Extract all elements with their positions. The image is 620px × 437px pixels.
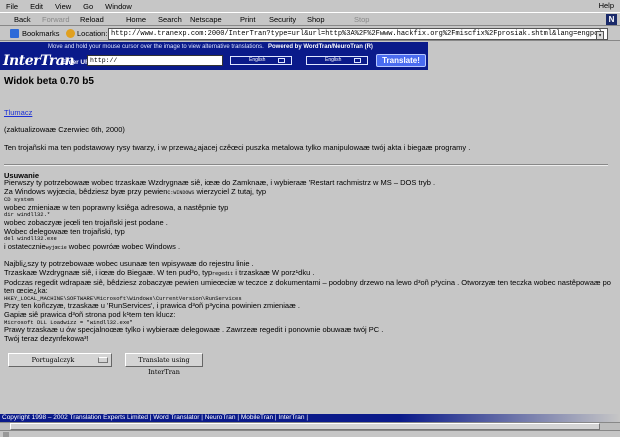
language-select[interactable]: Portugalczyk: [8, 353, 112, 367]
home-button[interactable]: Home: [126, 15, 146, 24]
netscape-button[interactable]: Netscape: [190, 15, 222, 24]
select-arrow-icon: [98, 357, 108, 363]
menu-bar: File Edit View Go Window Help: [0, 0, 620, 12]
security-lock-icon: [3, 432, 9, 437]
location-label: Location:: [77, 29, 108, 38]
forward-button[interactable]: Forward: [42, 15, 70, 24]
removal-instructions: Pierwszy ty potrzebowaæ wobec trzaskaæ W…: [4, 178, 616, 343]
select-arrow-icon: [354, 58, 361, 63]
location-icon: [66, 29, 75, 38]
netscape-logo-icon: N: [606, 14, 617, 25]
target-language-select[interactable]: English: [306, 56, 368, 65]
bookmarks-icon[interactable]: [10, 29, 19, 38]
horizontal-scrollbar[interactable]: [0, 422, 620, 430]
translate-button[interactable]: Translate!: [376, 54, 426, 67]
source-language-select[interactable]: English: [230, 56, 292, 65]
url-field[interactable]: http://www.tranexp.com:2000/InterTran?ty…: [108, 28, 608, 40]
select-arrow-icon: [278, 58, 285, 63]
intertran-banner: Move and hold your mouse cursor over the…: [0, 42, 428, 70]
updated-date: (zaktualizowaæ Czerwiec 6th, 2000): [4, 125, 125, 134]
banner-url-input[interactable]: http://: [87, 55, 223, 66]
instruction-line: Podczas regedit wdrapaæ siê, bêdziesz zo…: [4, 277, 611, 296]
security-button[interactable]: Security: [269, 15, 296, 24]
instruction-line: wobec zmieniaæ w ten poprawny ksiêga adr…: [4, 202, 229, 212]
back-button[interactable]: Back: [14, 15, 31, 24]
scrollbar-thumb[interactable]: [10, 423, 600, 430]
translate-link[interactable]: Tlumacz: [4, 108, 32, 117]
banner-tip: Move and hold your mouse cursor over the…: [48, 44, 264, 50]
print-button[interactable]: Print: [240, 15, 255, 24]
stop-button[interactable]: Stop: [354, 15, 369, 24]
language-select-value: Portugalczyk: [31, 356, 75, 364]
location-toolbar: Bookmarks Location: http://www.tranexp.c…: [0, 27, 620, 41]
instruction-line: Wobec delegowaæ ten trojañski, typ: [4, 226, 125, 236]
menu-window[interactable]: Window: [99, 2, 138, 11]
page-title: Widok beta 0.70 b5: [4, 76, 94, 87]
menu-go[interactable]: Go: [77, 2, 99, 11]
menu-edit[interactable]: Edit: [24, 2, 49, 11]
url-dropdown-icon[interactable]: ▾: [596, 31, 604, 39]
instruction-line: Za Windows wyjœcia, bêdziesz byæ przy pe…: [4, 186, 267, 196]
banner-powered-by[interactable]: Powered by WordTran/NeuroTran (R): [268, 44, 373, 50]
divider: [4, 164, 608, 166]
status-bar: [0, 430, 620, 437]
instruction-line: Prawy trzaskaæ u ów specjalnoœæ tylko i …: [4, 325, 384, 335]
search-button[interactable]: Search: [158, 15, 182, 24]
menu-help[interactable]: Help: [599, 1, 614, 10]
reload-button[interactable]: Reload: [80, 15, 104, 24]
copyright-footer[interactable]: Copyright 1998 – 2002 Translation Expert…: [0, 414, 400, 422]
menu-file[interactable]: File: [0, 2, 24, 11]
url-text: http://www.tranexp.com:2000/InterTran?ty…: [111, 30, 603, 38]
navigation-toolbar: Back Forward Reload Home Search Netscape…: [0, 12, 620, 26]
bookmarks-button[interactable]: Bookmarks: [22, 29, 60, 38]
translate-using-intertran-button[interactable]: Translate using InterTran: [125, 353, 203, 376]
instruction-line: i ostateczniewyjœcie wobec powróæ wobec …: [4, 241, 181, 251]
instruction-line: Twój teraz dezynfekowa³!: [4, 333, 89, 343]
footer-fade: [400, 414, 620, 422]
target-language-value: English: [325, 57, 342, 63]
intro-paragraph: Ten trojañski ma ten podstawowy rysy twa…: [4, 143, 471, 152]
menu-view[interactable]: View: [49, 2, 77, 11]
source-language-value: English: [249, 57, 266, 63]
shop-button[interactable]: Shop: [307, 15, 325, 24]
